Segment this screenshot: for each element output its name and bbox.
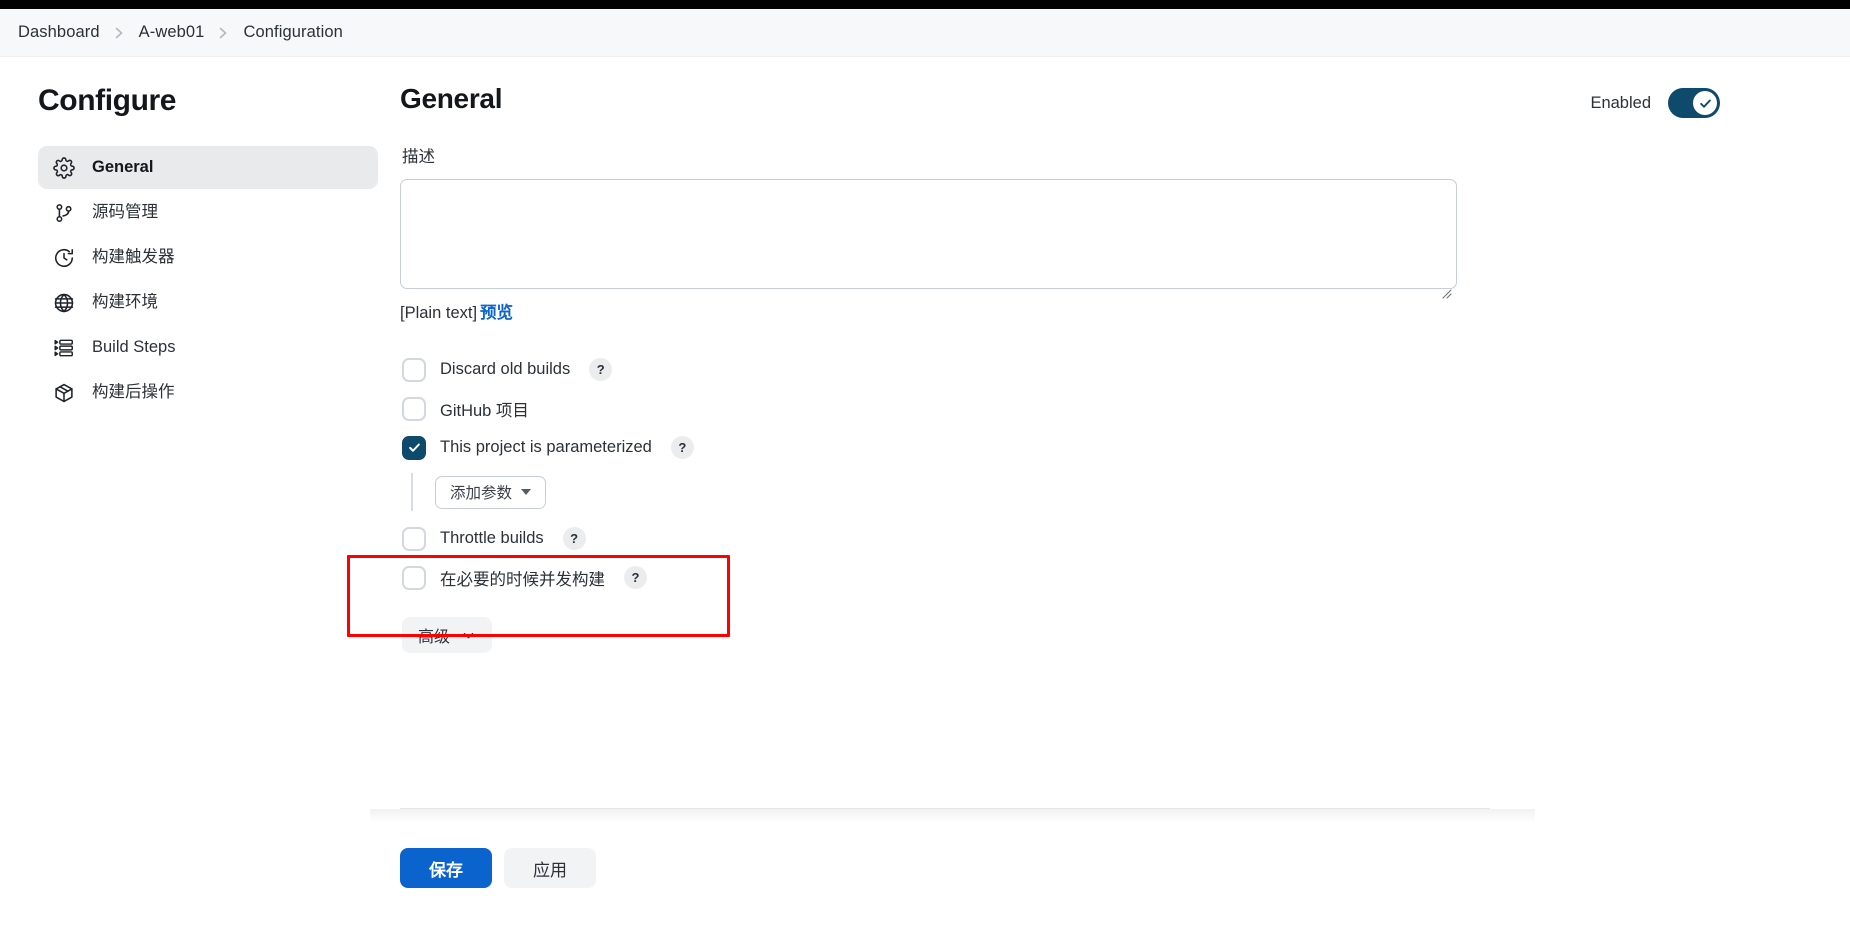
sidebar-item-build-steps[interactable]: Build Steps [38,326,378,369]
form-actions: 保存 应用 [400,823,1850,935]
help-icon[interactable]: ? [562,527,586,550]
advanced-button[interactable]: 高级 [402,617,493,653]
sidebar-item-general[interactable]: General [38,146,378,189]
page-body: Configure General 源码管理 构建触发器 构建环境 Build … [0,57,1850,935]
checkbox-label: GitHub 项目 [440,401,529,420]
enabled-toggle[interactable] [1668,88,1720,118]
list-steps-icon [52,336,76,360]
chevron-down-icon [461,628,476,643]
checkbox-label: This project is parameterized [440,438,652,456]
page-title: Configure [38,84,177,117]
sidebar-item-build-triggers[interactable]: 构建触发器 [38,236,378,279]
description-markup-row: [Plain text] 预览 [400,299,1850,323]
checkbox-row-github-project[interactable]: GitHub 项目 [402,389,1850,428]
configure-sidebar: Configure General 源码管理 构建触发器 构建环境 Build … [0,57,400,849]
caret-down-icon [521,489,532,495]
sidebar-item-label: 构建触发器 [92,248,175,267]
checkbox-label: 在必要的时候并发构建 [440,570,605,589]
breadcrumb-item-job[interactable]: A-web01 [139,23,205,42]
checkbox-github-project[interactable] [402,396,426,421]
add-parameter-button[interactable]: 添加参数 [435,475,547,509]
options-checkbox-list: Discard old builds ? GitHub 项目 This proj… [400,350,1850,597]
globe-icon [52,291,76,315]
check-icon [408,443,420,452]
sidebar-item-label: General [92,158,154,177]
general-section: General Enabled 描述 [Plain text] 预览 Disca… [347,57,1850,935]
help-icon[interactable]: ? [589,358,613,381]
sidebar-item-build-environment[interactable]: 构建环境 [38,281,378,324]
add-parameter-label: 添加参数 [450,485,513,502]
checkbox-row-throttle-builds[interactable]: Throttle builds ? [402,519,1850,558]
breadcrumb-item-dashboard[interactable]: Dashboard [18,23,100,42]
git-branch-icon [52,201,76,225]
checkbox-row-concurrent-builds[interactable]: 在必要的时候并发构建 ? [402,558,1850,597]
checkbox-label: Discard old builds [440,360,571,378]
section-title: General [400,83,503,114]
help-icon[interactable]: ? [670,436,694,459]
sidebar-item-label: 构建后操作 [92,383,175,402]
checkbox-discard-old-builds[interactable] [402,357,426,382]
check-icon [1699,99,1711,108]
section-header: General Enabled [400,57,1850,143]
nesting-rule [411,473,413,511]
checkbox-concurrent-builds[interactable] [402,565,426,590]
advanced-label: 高级 [418,629,451,646]
checkbox-row-discard-old-builds[interactable]: Discard old builds ? [402,350,1850,389]
footer-shadow [370,809,1535,823]
sidebar-nav: General 源码管理 构建触发器 构建环境 Build Steps 构建后操… [38,146,378,414]
breadcrumb: Dashboard A-web01 Configuration [0,9,1850,57]
enabled-label: Enabled [1590,93,1651,112]
general-form: 描述 [Plain text] 预览 Discard old builds ? … [347,143,1850,935]
gear-icon [52,156,76,180]
enabled-toggle-group: Enabled [1590,88,1720,118]
toggle-knob [1693,91,1717,115]
sidebar-item-label: 构建环境 [92,293,158,312]
apply-button[interactable]: 应用 [504,848,596,888]
chevron-right-icon [218,26,229,40]
parameters-nested-area: 添加参数 [411,471,1850,513]
chevron-right-icon [114,26,125,40]
markup-type-label: [Plain text] [400,304,478,322]
checkbox-project-is-parameterized[interactable] [402,435,426,460]
description-label: 描述 [402,148,435,166]
sidebar-item-label: 源码管理 [92,203,158,222]
sidebar-item-scm[interactable]: 源码管理 [38,191,378,234]
preview-link[interactable]: 预览 [480,304,513,322]
sidebar-item-label: Build Steps [92,338,176,357]
package-box-icon [52,381,76,405]
clock-icon [52,246,76,270]
help-icon[interactable]: ? [624,566,647,589]
checkbox-throttle-builds[interactable] [402,526,426,551]
save-button[interactable]: 保存 [400,848,492,888]
sidebar-item-post-build-actions[interactable]: 构建后操作 [38,371,378,414]
description-input[interactable] [400,179,1457,289]
breadcrumb-item-configuration[interactable]: Configuration [243,23,342,42]
checkbox-label: Throttle builds [440,529,544,547]
top-black-strip [0,0,1850,9]
checkbox-row-project-is-parameterized[interactable]: This project is parameterized ? [402,428,1850,467]
